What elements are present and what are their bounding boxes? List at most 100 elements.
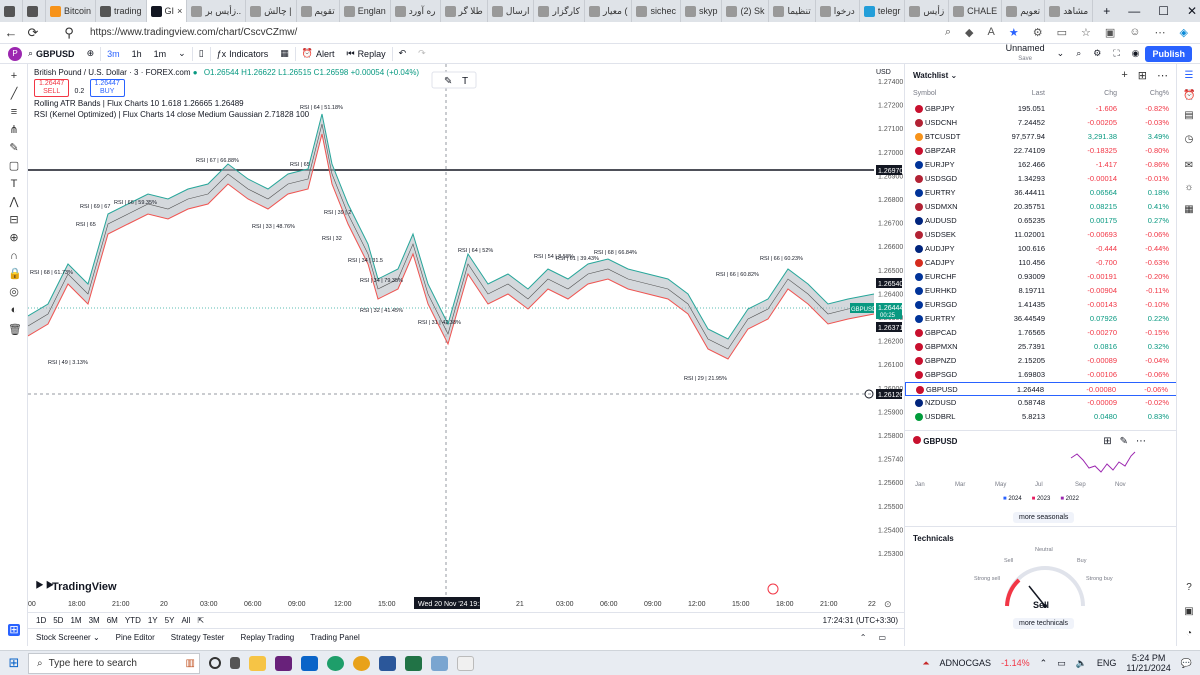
watchlist-row[interactable]: GBPMXN 25.7391 0.0816 0.32% [905,340,1177,354]
chart-type-icon[interactable]: ▯ [193,48,210,59]
ticker-symbol[interactable]: ADNOCGAS [940,658,992,668]
alpari-app-icon[interactable] [457,655,474,671]
chart-canvas[interactable]: USD 1.274001.272001.271001.270001.269001… [27,64,904,596]
range-1y[interactable]: 1Y [148,616,158,625]
outlook-icon[interactable] [301,655,318,671]
search-icon[interactable]: ⌕ [945,26,951,39]
watchlist-row[interactable]: USDBRL 5.8213 0.0480 0.83% [905,410,1177,424]
browser-tab[interactable]: CHALE [949,0,1003,22]
windows-start-icon[interactable]: ⊞ [0,655,28,671]
maximize-panel-icon[interactable]: ▭ [878,633,886,642]
floating-drawing-toolbar[interactable] [431,71,477,89]
col-chgp[interactable]: Chg% [1150,90,1169,97]
more-technicals-button[interactable]: more technicals [1013,618,1075,629]
browser-tab[interactable]: کارگزار [534,0,585,22]
watchlist-row[interactable]: CADJPY 110.456 -0.700 -0.63% [905,256,1177,270]
cortana-icon[interactable] [209,657,221,669]
goto-date-icon[interactable]: ⇱ [197,616,204,625]
layout-dropdown-icon[interactable]: ⌄ [1051,48,1071,59]
tab-stock-screener[interactable]: Stock Screener ⌄ [36,633,100,642]
patterns-icon[interactable]: ⋀ [8,196,20,208]
technicals-title[interactable]: Technicals [913,534,954,543]
horizontal-lines-icon[interactable]: ≡ [8,106,20,118]
maximize-icon[interactable]: ☐ [1158,4,1169,18]
redo-icon[interactable]: ↷ [412,48,432,59]
object-tree-icon[interactable]: ⊞ [8,624,20,636]
ideas-icon[interactable]: ☼ [1183,182,1195,194]
add-symbol-icon[interactable]: + [1121,69,1127,82]
browser-tab[interactable]: trading [96,0,147,22]
hotlists-icon[interactable]: ◷ [1183,134,1195,146]
tab-replay-trading[interactable]: Replay Trading [240,633,294,642]
magnifier-icon[interactable]: ⊕ [8,232,20,244]
price-chart[interactable]: USD 1.27400 1.27200 1.27100 1.27000 1.26900 1… [27,64,904,612]
task-view-icon[interactable] [230,657,240,669]
back-icon[interactable]: ← [0,25,22,40]
browser-tab[interactable]: Englan [340,0,391,22]
tab-strategy-tester[interactable]: Strategy Tester [171,633,225,642]
watchlist-row[interactable]: USDMXN 20.35751 0.08215 0.41% [905,200,1177,214]
crosshair-icon[interactable]: + [8,70,20,82]
more-seasonals-button[interactable]: more seasonals [1013,512,1075,523]
browser-tab[interactable] [0,0,23,22]
browser-tab[interactable]: مشاهد [1045,0,1094,22]
browser-tab[interactable]: معیار ( [585,0,633,22]
ruler-icon[interactable]: ⊟ [8,214,20,226]
watchlist-row[interactable]: USDCNH 7.24452 -0.00205 -0.03% [905,116,1177,130]
col-symbol[interactable]: Symbol [913,90,936,97]
profile-icon[interactable]: ☺ [1129,26,1140,39]
visual-studio-icon[interactable] [275,655,292,671]
language-indicator[interactable]: ENG [1097,658,1117,668]
watchlist-row[interactable]: AUDUSD 0.65235 0.00175 0.27% [905,214,1177,228]
settings-icon[interactable]: ⚙ [1087,48,1107,59]
interval-3m[interactable]: 3m [101,49,126,59]
extensions-icon[interactable]: ⚙ [1033,26,1043,39]
watchlist-title[interactable]: Watchlist ⌄ [913,71,957,80]
user-avatar[interactable]: P [8,46,22,61]
network-icon[interactable]: ▭ [1057,658,1066,669]
range-ytd[interactable]: YTD [125,616,141,625]
browser-tab[interactable]: زأيس بر.. [187,0,247,22]
rectangle-icon[interactable]: ▢ [8,160,20,172]
text-tool-icon[interactable]: T [462,76,468,87]
brush-icon[interactable]: ✎ [8,142,20,154]
minimize-icon[interactable]: — [1128,4,1140,18]
more-menu-icon[interactable]: ⋯ [1155,26,1166,39]
chrome-icon[interactable] [353,655,370,671]
event-marker-icon[interactable] [767,583,779,595]
watchlist-row[interactable]: USDSEK 11.02001 -0.00693 -0.06% [905,228,1177,242]
watchlist-row[interactable]: USDSGD 1.34293 -0.00014 -0.01% [905,172,1177,186]
alerts-icon[interactable]: ⏰ [1183,90,1195,102]
excel-icon[interactable] [405,655,422,671]
clock[interactable]: 5:24 PM 11/21/2024 [1126,653,1170,673]
quick-search-icon[interactable]: ⌕ [1070,48,1087,59]
indicator-legend-rsi[interactable]: RSI (Kernel Optimized) | Flux Charts 14 … [34,109,419,120]
buy-button[interactable]: 1.26447 BUY [89,79,125,97]
watchlist-row[interactable]: NZDUSD 0.58748 -0.00009 -0.02% [905,396,1177,410]
watchlist-row[interactable]: EURTRY 36.44411 0.06564 0.18% [905,186,1177,200]
help-icon[interactable]: ? [1183,582,1195,594]
pitchfork-icon[interactable]: ⋔ [8,124,20,136]
col-last[interactable]: Last [1032,90,1045,97]
browser-tab[interactable]: زأيس [905,0,950,22]
watchlist-row[interactable]: GBPNZD 2.15205 -0.00089 -0.04% [905,354,1177,368]
watchlist-row[interactable]: GBPZAR 22.74109 -0.18325 -0.80% [905,144,1177,158]
favorites-icon[interactable]: ☆ [1081,26,1091,39]
tray-chevron-icon[interactable]: ⌃ [1040,658,1048,669]
replay-button[interactable]: ⏮ Replay [340,48,391,59]
magnet-icon[interactable]: ∩ [8,250,20,262]
more-options-icon[interactable]: ⋯ [1157,69,1168,82]
templates-icon[interactable]: ▦ [274,48,295,59]
read-aloud-icon[interactable]: A [988,26,995,39]
extension-icon[interactable]: ◆ [965,26,973,39]
text-icon[interactable]: T [8,178,20,190]
watchlist-row[interactable]: GBPUSD 1.26448 -0.00080 -0.06% [905,382,1177,396]
grid-icon[interactable]: ⊞ [1103,436,1111,447]
watchlist-row[interactable]: EURSGD 1.41435 -0.00143 -0.10% [905,298,1177,312]
legend-title[interactable]: British Pound / U.S. Dollar · 3 · FOREX.… [34,68,191,77]
trash-icon[interactable]: 🗑 [8,324,22,336]
hide-drawings-icon[interactable]: ◐ [8,304,20,316]
interval-1m[interactable]: 1m [148,49,173,59]
watchlist-row[interactable]: GBPSGD 1.69803 -0.00106 -0.06% [905,368,1177,382]
more-options-icon[interactable]: ⋯ [1136,436,1146,447]
